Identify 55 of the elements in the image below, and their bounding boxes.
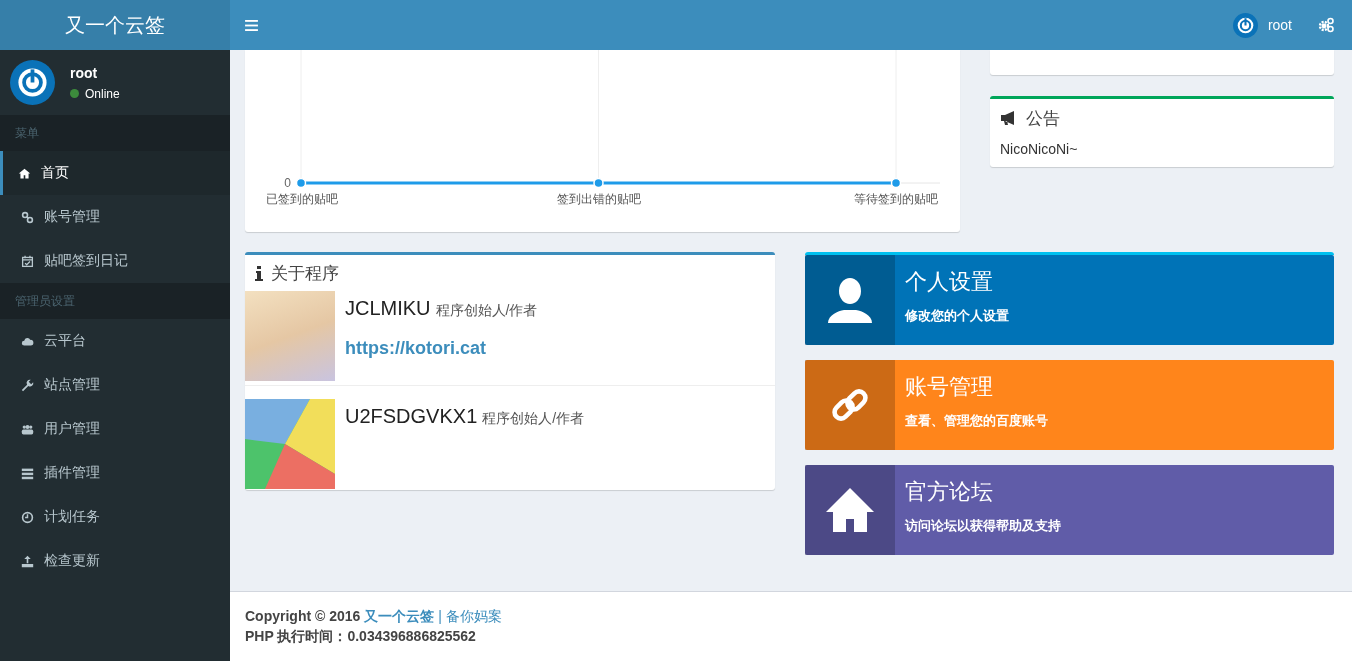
tile-title: 官方论坛	[905, 478, 994, 506]
shortcut-tile[interactable]: 官方论坛 访问论坛以获得帮助及支持	[805, 465, 1334, 555]
wrench-icon	[21, 378, 34, 392]
author-name: JCLMIKU	[345, 297, 431, 319]
users-icon	[21, 422, 34, 436]
notice-text: NicoNicoNi~	[1000, 140, 1079, 157]
author-role: 程序创始人/作者	[482, 410, 585, 426]
online-dot-icon	[70, 89, 79, 98]
axis-tick-label: 0	[284, 176, 291, 190]
sidebar-item[interactable]: 插件管理	[0, 451, 230, 495]
card-title: 关于程序	[271, 262, 339, 285]
sidebar-item[interactable]: 计划任务	[0, 495, 230, 539]
category-label: 已签到的贴吧	[266, 192, 338, 206]
power-avatar-icon[interactable]	[1232, 12, 1258, 38]
server-icon	[21, 466, 34, 480]
shortcut-tile[interactable]: 个人设置 修改您的个人设置	[805, 255, 1334, 345]
author-role: 程序创始人/作者	[435, 302, 538, 318]
menu-icon[interactable]	[245, 19, 258, 31]
calendar-check-icon	[21, 254, 34, 268]
menu-section-header: 菜单	[0, 115, 230, 151]
tile-title: 个人设置	[905, 268, 994, 296]
tile-title: 账号管理	[905, 373, 994, 401]
icp-link[interactable]: 备你妈案	[445, 608, 502, 624]
card-title: 公告	[1026, 107, 1060, 130]
home-icon	[825, 486, 875, 534]
tile-subtitle: 修改您的个人设置	[905, 307, 1009, 325]
sidebar-item[interactable]: 云平台	[0, 319, 230, 363]
settings-icon[interactable]	[1318, 17, 1334, 33]
copyright-line: Copyright © 2016 又一个云签 | 备你妈案	[245, 607, 503, 626]
tile-subtitle: 访问论坛以获得帮助及支持	[905, 517, 1061, 535]
sidebar-item[interactable]: 首页	[0, 151, 230, 195]
clock-icon	[21, 510, 34, 524]
upload-icon	[21, 554, 34, 568]
menu-section-header: 管理员设置	[0, 283, 230, 319]
info-icon	[255, 265, 263, 281]
home-icon	[18, 166, 31, 180]
user-name: root	[70, 64, 99, 81]
brand-title[interactable]: 又一个云签	[0, 0, 230, 50]
category-label: 签到出错的贴吧	[556, 192, 641, 206]
sidebar-item[interactable]: 用户管理	[0, 407, 230, 451]
category-label: 等待签到的贴吧	[854, 192, 938, 206]
sidebar-item[interactable]: 检查更新	[0, 539, 230, 583]
website-link[interactable]: https://kotori.cat	[345, 338, 538, 359]
site-link[interactable]: 又一个云签	[364, 608, 435, 624]
sidebar-item[interactable]: 账号管理	[0, 195, 230, 239]
user-status: Online	[85, 86, 120, 101]
author-name: U2FSDGVKX1	[345, 405, 478, 427]
power-avatar-icon	[10, 60, 55, 105]
sidebar-item[interactable]: 站点管理	[0, 363, 230, 407]
person-icon	[826, 276, 874, 324]
sidebar-item[interactable]: 贴吧签到日记	[0, 239, 230, 283]
tile-subtitle: 查看、管理您的百度账号	[905, 412, 1048, 430]
user-menu-name[interactable]: root	[1267, 17, 1292, 33]
link-icon	[21, 210, 34, 224]
execution-time: PHP 执行时间：0.034396886825562	[245, 627, 477, 646]
